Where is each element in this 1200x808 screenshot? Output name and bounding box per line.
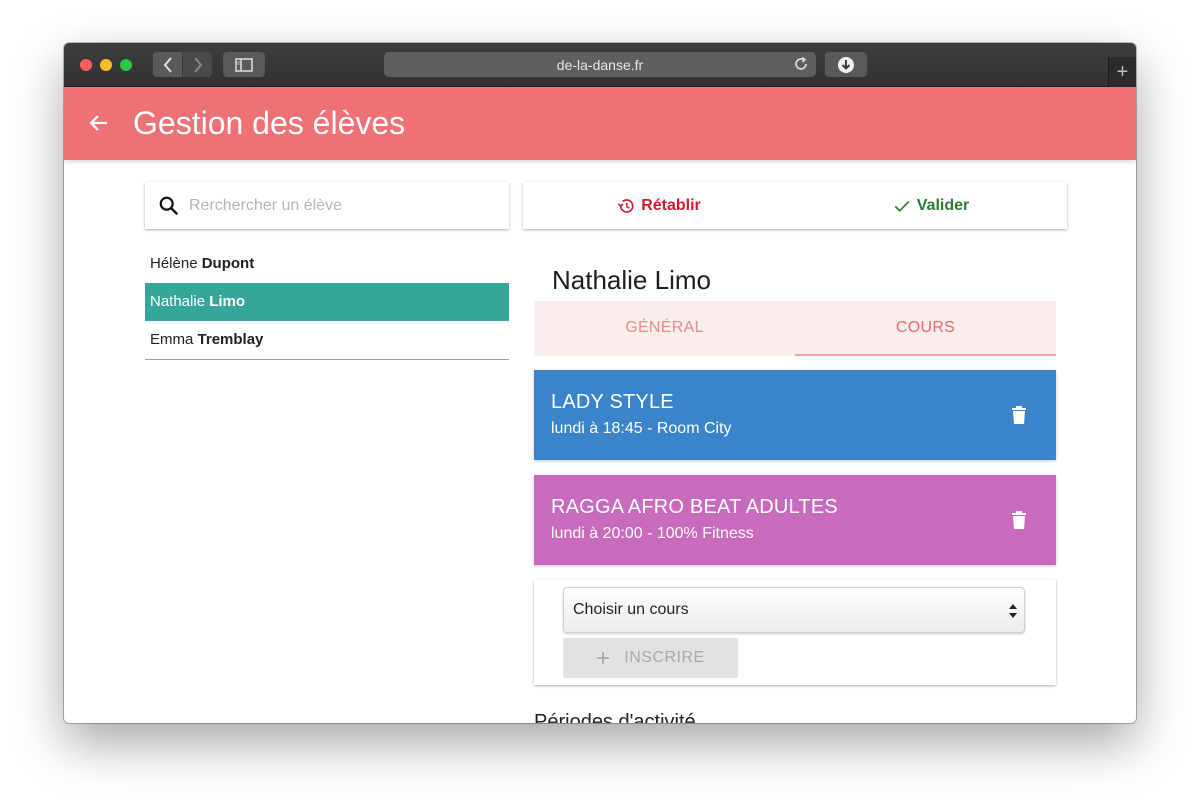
address-bar[interactable]: de-la-danse.fr: [384, 52, 816, 77]
course-schedule: lundi à 18:45 - Room City: [551, 420, 732, 437]
course-card: LADY STYLE lundi à 18:45 - Room City: [534, 370, 1056, 460]
browser-back-button[interactable]: [153, 52, 182, 77]
close-window-button[interactable]: [80, 59, 92, 71]
student-name-heading: Nathalie Limo: [552, 265, 711, 295]
tab-cours[interactable]: COURS: [795, 301, 1056, 356]
chevron-right-icon: [193, 56, 202, 73]
plus-icon: [597, 652, 610, 664]
maximize-window-button[interactable]: [120, 59, 132, 71]
periods-heading: Périodes d'activité: [534, 711, 696, 723]
course-select-value: Choisir un cours: [573, 601, 689, 618]
tab-general[interactable]: GÉNÉRAL: [534, 301, 795, 356]
browser-window: de-la-danse.fr + Gestion des élèves Réta…: [64, 43, 1136, 723]
student-list-item[interactable]: Emma Tremblay: [145, 321, 509, 359]
chevron-left-icon: [163, 56, 172, 73]
search-input[interactable]: [189, 192, 489, 220]
search-icon: [159, 196, 179, 216]
course-title: RAGGA AFRO BEAT ADULTES: [551, 496, 838, 518]
address-url: de-la-danse.fr: [556, 56, 644, 73]
detail-tabs: GÉNÉRAL COURS: [534, 301, 1056, 356]
trash-icon[interactable]: [1007, 403, 1031, 427]
course-title: LADY STYLE: [551, 391, 674, 413]
minimize-window-button[interactable]: [100, 59, 112, 71]
action-bar: Rétablir Valider: [523, 182, 1067, 229]
validate-label: Valider: [916, 196, 970, 214]
course-select[interactable]: Choisir un cours: [563, 587, 1025, 633]
select-arrows-icon: [1009, 604, 1017, 618]
sidebar-toggle-button[interactable]: [223, 52, 265, 77]
sidebar-icon: [235, 57, 253, 72]
trash-icon[interactable]: [1007, 508, 1031, 532]
page-title: Gestion des élèves: [133, 105, 406, 141]
app-bar: Gestion des élèves: [64, 87, 1136, 160]
student-list: Hélène Dupont Nathalie Limo Emma Trembla…: [145, 245, 509, 360]
restore-label: Rétablir: [641, 196, 701, 214]
student-list-item-selected[interactable]: Nathalie Limo: [145, 283, 509, 321]
restore-button[interactable]: Rétablir: [523, 182, 795, 229]
plus-icon: +: [1116, 60, 1129, 83]
search-bar: [145, 182, 509, 229]
browser-titlebar: de-la-danse.fr +: [64, 43, 1136, 87]
check-icon: [894, 200, 910, 212]
download-icon: [838, 56, 854, 73]
inscrire-button[interactable]: INSCRIRE: [563, 638, 738, 678]
course-schedule: lundi à 20:00 - 100% Fitness: [551, 525, 754, 542]
browser-forward-button[interactable]: [183, 52, 212, 77]
reload-icon[interactable]: [793, 56, 809, 72]
new-tab-button[interactable]: +: [1108, 57, 1136, 87]
validate-button[interactable]: Valider: [795, 182, 1067, 229]
back-arrow-icon[interactable]: [87, 111, 111, 135]
student-list-item[interactable]: Hélène Dupont: [145, 245, 509, 283]
history-icon: [618, 198, 634, 213]
enroll-panel: Choisir un cours INSCRIRE: [534, 580, 1056, 685]
inscrire-label: INSCRIRE: [624, 649, 705, 666]
course-card: RAGGA AFRO BEAT ADULTES lundi à 20:00 - …: [534, 475, 1056, 565]
downloads-button[interactable]: [825, 52, 867, 77]
